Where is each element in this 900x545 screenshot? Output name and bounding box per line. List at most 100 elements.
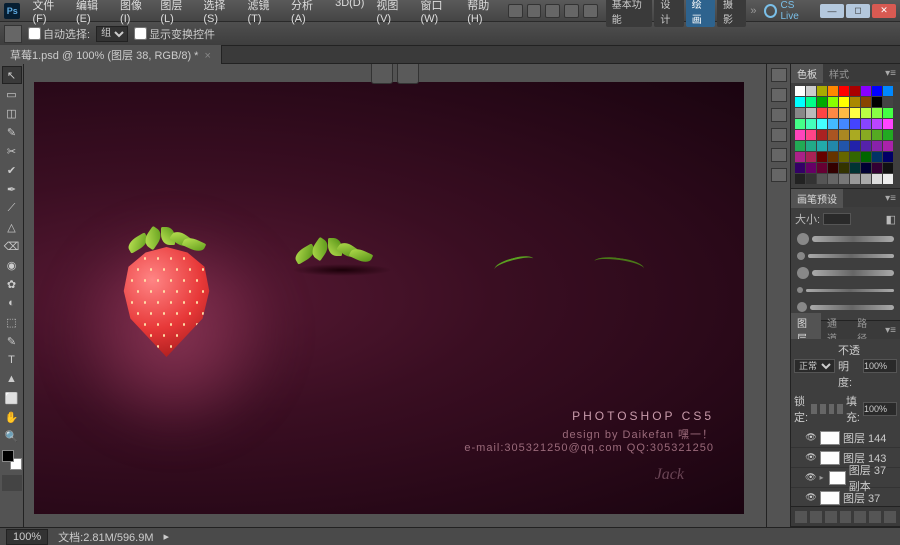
opacity-input[interactable] xyxy=(863,359,897,373)
color-swatch[interactable] xyxy=(850,97,860,107)
brush-size-input[interactable] xyxy=(823,213,851,225)
link-layers-icon[interactable] xyxy=(795,511,807,523)
color-swatch[interactable] xyxy=(872,141,882,151)
color-swatch[interactable] xyxy=(828,141,838,151)
visibility-icon[interactable]: 👁 xyxy=(805,452,817,464)
color-swatch[interactable] xyxy=(883,108,893,118)
layer-thumbnail[interactable] xyxy=(820,491,840,505)
tool-button[interactable]: ▲ xyxy=(2,370,22,388)
color-swatch[interactable] xyxy=(795,108,805,118)
color-swatch[interactable] xyxy=(883,130,893,140)
color-swatch[interactable] xyxy=(795,174,805,184)
fill-input[interactable] xyxy=(863,402,897,416)
workspace-tab[interactable]: 基本功能 xyxy=(606,0,653,27)
color-swatch[interactable] xyxy=(872,130,882,140)
color-swatch[interactable] xyxy=(795,163,805,173)
brush-toggle-icon[interactable]: ◧ xyxy=(886,213,896,226)
layer-mask-icon[interactable] xyxy=(825,511,837,523)
close-tab-icon[interactable]: × xyxy=(204,50,210,62)
color-swatch[interactable] xyxy=(883,86,893,96)
dock-icon[interactable] xyxy=(371,64,393,84)
color-swatch[interactable] xyxy=(839,108,849,118)
zoom-field[interactable]: 100% xyxy=(6,529,48,545)
color-swatch[interactable] xyxy=(806,141,816,151)
color-swatch[interactable] xyxy=(861,152,871,162)
document-tab[interactable]: 草莓1.psd @ 100% (图层 38, RGB/8) *× xyxy=(0,45,222,65)
color-swatch[interactable] xyxy=(839,152,849,162)
color-swatch[interactable] xyxy=(839,174,849,184)
workspace-tab[interactable]: 摄影 xyxy=(717,0,746,27)
dock-panel-icon[interactable] xyxy=(771,108,787,122)
color-swatch[interactable] xyxy=(850,174,860,184)
canvas-area[interactable]: PHOTOSHOP CS5 design by Daikefan 嘿一！ e-m… xyxy=(24,64,766,527)
tool-button[interactable]: ◫ xyxy=(2,104,22,122)
color-swatch[interactable] xyxy=(817,163,827,173)
color-swatch[interactable] xyxy=(883,174,893,184)
color-swatch[interactable] xyxy=(828,86,838,96)
color-swatch[interactable] xyxy=(861,163,871,173)
color-swatch[interactable] xyxy=(806,108,816,118)
color-swatch[interactable] xyxy=(817,86,827,96)
color-swatch[interactable] xyxy=(795,152,805,162)
color-swatch[interactable] xyxy=(883,152,893,162)
color-swatch[interactable] xyxy=(850,86,860,96)
color-swatch[interactable] xyxy=(806,152,816,162)
color-swatch[interactable] xyxy=(872,119,882,129)
color-swatch[interactable] xyxy=(850,108,860,118)
color-swatch[interactable] xyxy=(806,174,816,184)
panel-menu-icon[interactable]: ▾≡ xyxy=(881,325,900,336)
lock-all-icon[interactable] xyxy=(837,404,843,414)
panel-menu-icon[interactable]: ▾≡ xyxy=(881,193,900,204)
brush-preset[interactable] xyxy=(797,300,894,314)
cslive-button[interactable]: CS Live xyxy=(764,0,812,22)
menu-item[interactable]: 滤镜(T) xyxy=(241,0,285,25)
color-swatch[interactable] xyxy=(861,108,871,118)
brush-preset[interactable] xyxy=(797,266,894,280)
color-swatch[interactable] xyxy=(795,86,805,96)
color-swatch[interactable] xyxy=(806,86,816,96)
delete-layer-icon[interactable] xyxy=(884,511,896,523)
color-swatch[interactable] xyxy=(883,141,893,151)
auto-select-target[interactable]: 组 xyxy=(96,26,128,42)
color-swatch[interactable] xyxy=(795,97,805,107)
tool-button[interactable]: ↖ xyxy=(2,66,22,84)
menu-item[interactable]: 视图(V) xyxy=(370,0,414,25)
color-swatch[interactable] xyxy=(806,130,816,140)
color-swatch[interactable] xyxy=(839,141,849,151)
tool-button[interactable]: ✎ xyxy=(2,332,22,350)
show-transform-checkbox[interactable]: 显示变换控件 xyxy=(134,26,215,42)
menubar-icon[interactable] xyxy=(583,4,598,18)
menubar-icon[interactable] xyxy=(508,4,523,18)
color-swatch[interactable] xyxy=(817,141,827,151)
tool-button[interactable]: 🔍 xyxy=(2,427,22,445)
color-swatch[interactable] xyxy=(883,163,893,173)
brush-preset[interactable] xyxy=(797,249,894,263)
color-swatch[interactable] xyxy=(817,152,827,162)
color-swatch[interactable] xyxy=(795,141,805,151)
tool-button[interactable]: ✂ xyxy=(2,142,22,160)
color-swatch[interactable] xyxy=(839,163,849,173)
color-swatch[interactable] xyxy=(806,97,816,107)
close-button[interactable]: ✕ xyxy=(872,4,896,18)
tab-brush-presets[interactable]: 画笔预设 xyxy=(791,189,843,208)
color-swatch[interactable] xyxy=(850,141,860,151)
menu-item[interactable]: 3D(D) xyxy=(329,0,370,25)
color-swatch[interactable] xyxy=(861,130,871,140)
tool-button[interactable]: ◐ xyxy=(2,294,22,312)
tool-button[interactable]: ⟋ xyxy=(2,199,22,217)
menu-item[interactable]: 编辑(E) xyxy=(70,0,114,25)
adjustment-layer-icon[interactable] xyxy=(840,511,852,523)
group-icon[interactable] xyxy=(854,511,866,523)
color-swatch[interactable] xyxy=(861,119,871,129)
color-swatch[interactable] xyxy=(872,86,882,96)
color-swatch[interactable] xyxy=(872,174,882,184)
menubar-icon[interactable] xyxy=(527,4,542,18)
lock-position-icon[interactable] xyxy=(829,404,835,414)
dock-panel-icon[interactable] xyxy=(771,148,787,162)
color-swatch[interactable] xyxy=(806,119,816,129)
color-swatch[interactable] xyxy=(828,108,838,118)
color-swatch[interactable] xyxy=(795,130,805,140)
dock-icon[interactable] xyxy=(397,64,419,84)
color-swatch[interactable] xyxy=(872,163,882,173)
tool-button[interactable]: ⬜ xyxy=(2,389,22,407)
